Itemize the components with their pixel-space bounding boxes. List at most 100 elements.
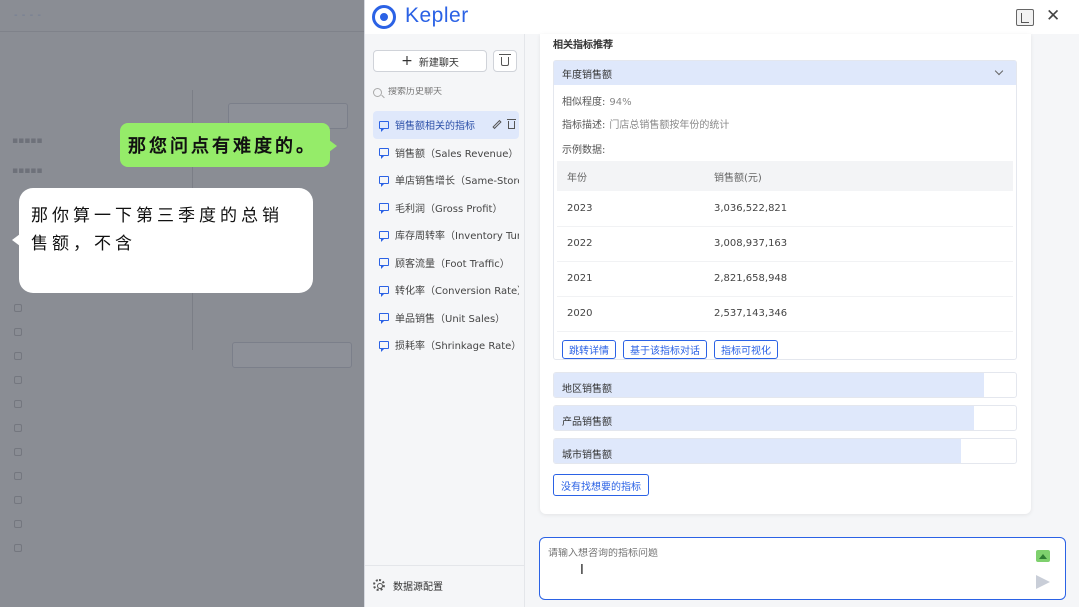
column-header: 销售额(元) — [714, 161, 1013, 191]
similarity-row: 相似程度: 94% — [562, 93, 632, 108]
background-sidebar-item — [0, 488, 190, 512]
similarity-fill — [554, 406, 975, 430]
send-icon[interactable] — [1036, 575, 1050, 589]
new-chat-label: 新建聊天 — [418, 57, 459, 69]
sidebar-divider — [365, 565, 524, 566]
column-header: 年份 — [557, 161, 714, 191]
chat-main: 相关指标推荐 年度销售额 相似程度: 94% 指标描述: 门店总销售额按年份的统计 … — [525, 34, 1079, 607]
table-cell-sales: 3,008,937,163 — [714, 226, 1013, 262]
kepler-panel: Kepler ✕ + 新建聊天 销售额相关的指标 — [364, 0, 1079, 607]
metric-item-collapsed[interactable]: 城市销售额 — [553, 438, 1017, 464]
text-cursor-icon: I — [580, 563, 584, 578]
table-row: 2020 2,537,143,346 — [557, 296, 1013, 332]
clear-history-button[interactable] — [493, 50, 517, 72]
conversation-item[interactable]: 顾客流量（Foot Traffic） — [373, 249, 519, 277]
conversation-item[interactable]: 销售额（Sales Revenue） — [373, 139, 519, 167]
chat-bubble-icon — [379, 120, 389, 132]
conversation-label: 单店销售增长（Same-Store Sales） — [395, 176, 519, 188]
primary-metric-header[interactable]: 年度销售额 — [554, 61, 1016, 85]
example-data-table: 年份 销售额(元) 2023 3,036,522,821 2022 3,008,… — [557, 161, 1013, 332]
conversation-list: 销售额相关的指标 销售额（Sales Revenue） 单店销售增长（Same-… — [373, 111, 519, 359]
background-sidebar-item — [0, 440, 190, 464]
speech-bubble-green-text: 那您问点有难度的。 — [128, 136, 317, 157]
conversation-label: 转化率（Conversion Rate） — [395, 286, 519, 298]
conversation-item[interactable]: 销售额相关的指标 — [373, 111, 519, 139]
chat-bubble-icon — [379, 175, 389, 187]
description-row: 指标描述: 门店总销售额按年份的统计 — [562, 116, 729, 131]
speech-bubble-white-text: 那你算一下第三季度的总销售额，不含 — [31, 206, 283, 254]
visualize-metric-button[interactable]: 指标可视化 — [714, 340, 778, 359]
metric-item-label: 地区销售额 — [562, 384, 612, 395]
conversation-label: 毛利润（Gross Profit） — [395, 203, 503, 215]
kepler-logo-icon — [372, 5, 396, 29]
conversation-actions — [488, 111, 516, 139]
metric-item-collapsed[interactable]: 地区销售额 — [553, 372, 1017, 398]
speech-bubble-green: 那您问点有难度的。 — [120, 123, 337, 167]
chevron-down-icon — [994, 66, 1004, 76]
goto-detail-button[interactable]: 跳转详情 — [562, 340, 616, 359]
similarity-fill — [554, 439, 961, 463]
close-icon[interactable]: ✕ — [1046, 6, 1060, 26]
table-cell-year: 2023 — [557, 191, 714, 227]
background-sidebar — [0, 296, 190, 560]
image-upload-icon[interactable] — [1036, 550, 1050, 562]
app-title: Kepler — [405, 4, 469, 27]
chat-on-metric-button[interactable]: 基于该指标对话 — [623, 340, 707, 359]
background-sidebar-item — [0, 344, 190, 368]
chat-bubble-icon — [379, 148, 389, 160]
chat-bubble-icon — [379, 230, 389, 242]
history-search — [373, 82, 517, 102]
delete-icon[interactable] — [507, 118, 516, 129]
recommendation-card: 相关指标推荐 年度销售额 相似程度: 94% 指标描述: 门店总销售额按年份的统计 … — [540, 34, 1031, 514]
conversation-item[interactable]: 单品销售（Unit Sales） — [373, 304, 519, 332]
background-sidebar-item — [0, 368, 190, 392]
table-cell-sales: 2,537,143,346 — [714, 296, 1013, 332]
trash-icon — [499, 53, 511, 66]
background-sidebar-item — [0, 416, 190, 440]
background-sidebar-item — [0, 296, 190, 320]
metric-item-label: 城市销售额 — [562, 450, 612, 461]
conversation-label: 单品销售（Unit Sales） — [395, 313, 506, 325]
gear-icon — [373, 579, 385, 591]
conversation-item[interactable]: 损耗率（Shrinkage Rate） — [373, 331, 519, 359]
chat-bubble-icon — [379, 313, 389, 325]
conversation-item[interactable]: 毛利润（Gross Profit） — [373, 194, 519, 222]
table-row: 2022 3,008,937,163 — [557, 226, 1013, 262]
table-cell-year: 2021 — [557, 261, 714, 297]
conversation-label: 顾客流量（Foot Traffic） — [395, 258, 510, 270]
history-search-input[interactable] — [388, 87, 508, 97]
description-value: 门店总销售额按年份的统计 — [609, 120, 730, 131]
background-sidebar-item — [0, 464, 190, 488]
new-chat-button[interactable]: + 新建聊天 — [373, 50, 487, 72]
conversation-item[interactable]: 库存周转率（Inventory Turnover） — [373, 221, 519, 249]
chat-bubble-icon — [379, 285, 389, 297]
table-row: 2023 3,036,522,821 — [557, 191, 1013, 227]
conversation-item[interactable]: 单店销售增长（Same-Store Sales） — [373, 166, 519, 194]
datasource-config-button[interactable]: 数据源配置 — [373, 574, 443, 596]
background-sidebar-item — [0, 320, 190, 344]
chat-bubble-icon — [379, 340, 389, 352]
similarity-label: 相似程度: — [562, 97, 606, 108]
background-node — [232, 342, 352, 368]
conversation-label: 损耗率（Shrinkage Rate） — [395, 341, 519, 353]
table-cell-sales: 2,821,658,948 — [714, 261, 1013, 297]
chat-bubble-icon — [379, 258, 389, 270]
similarity-value: 94% — [609, 97, 632, 108]
table-cell-sales: 3,036,522,821 — [714, 191, 1013, 227]
primary-metric-panel: 年度销售额 相似程度: 94% 指标描述: 门店总销售额按年份的统计 示例数据: 年… — [553, 60, 1017, 360]
metric-item-collapsed[interactable]: 产品销售额 — [553, 405, 1017, 431]
layout-toggle-icon[interactable] — [1016, 9, 1034, 26]
no-matching-metric-button[interactable]: 没有找想要的指标 — [553, 474, 649, 496]
primary-metric-name: 年度销售额 — [562, 69, 612, 81]
background-sidebar-item — [0, 536, 190, 560]
speech-bubble-white: 那你算一下第三季度的总销售额，不含 — [12, 188, 313, 293]
message-input[interactable] — [548, 548, 1008, 559]
conversation-item[interactable]: 转化率（Conversion Rate） — [373, 276, 519, 304]
conversation-label: 销售额相关的指标 — [395, 121, 475, 133]
datasource-config-label: 数据源配置 — [393, 581, 443, 593]
panel-header: Kepler ✕ — [365, 0, 1079, 34]
chat-bubble-icon — [379, 203, 389, 215]
table-cell-year: 2020 — [557, 296, 714, 332]
search-icon — [373, 87, 382, 97]
edit-icon[interactable] — [492, 120, 502, 130]
